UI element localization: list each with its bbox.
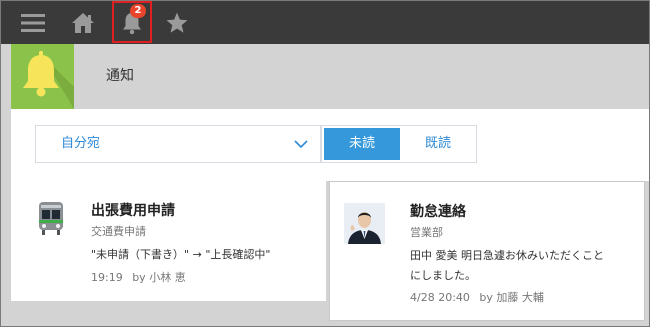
notification-message: "未申請（下書き）" → "上長確認中" bbox=[91, 248, 271, 261]
read-status-toggle: 未読 既読 bbox=[321, 125, 477, 163]
notification-category: 営業部 bbox=[410, 226, 443, 239]
recipient-filter-dropdown[interactable]: 自分宛 bbox=[35, 125, 321, 163]
hamburger-icon[interactable] bbox=[13, 1, 53, 44]
notification-title: 出張費用申請 bbox=[91, 203, 175, 219]
notification-time: 4/28 20:40 bbox=[410, 291, 470, 304]
tab-read[interactable]: 既読 bbox=[400, 128, 476, 160]
notification-title: 勤怠連絡 bbox=[410, 204, 466, 220]
notification-author[interactable]: by 加藤 大輔 bbox=[479, 291, 544, 304]
notification-time: 19:19 bbox=[91, 271, 123, 284]
train-icon bbox=[39, 202, 63, 235]
tab-unread[interactable]: 未読 bbox=[324, 128, 400, 160]
notification-author[interactable]: by 小林 恵 bbox=[132, 271, 186, 284]
recipient-filter-value: 自分宛 bbox=[61, 136, 101, 151]
notification-list: 出張費用申請 交通費申請 "未申請（下書き）" → "上長確認中" 19:19 … bbox=[11, 181, 649, 326]
notification-message: 田中 愛美 明日急遽お休みいただくこと にしました。 bbox=[410, 246, 604, 286]
notification-category: 交通費申請 bbox=[91, 225, 146, 238]
left-strip bbox=[1, 44, 11, 326]
star-icon[interactable] bbox=[157, 1, 197, 44]
avatar bbox=[344, 203, 385, 244]
notification-card[interactable]: 勤怠連絡 営業部 田中 愛美 明日急遽お休みいただくこと にしました。 4/28… bbox=[329, 181, 645, 321]
notifications-bell-button[interactable]: 2 bbox=[112, 1, 152, 43]
notification-card[interactable]: 出張費用申請 交通費申請 "未申請（下書き）" → "上長確認中" 19:19 … bbox=[11, 181, 326, 301]
bell-icon bbox=[23, 51, 74, 109]
filter-row: 自分宛 未読 既読 bbox=[11, 109, 649, 181]
notifications-header: 通知 bbox=[11, 44, 649, 109]
notification-message-line: 田中 愛美 明日急遽お休みいただくこと bbox=[410, 249, 604, 262]
notifications-bell-tile bbox=[11, 44, 74, 109]
app-frame: 2 通知 自分宛 未読 既読 出張費用申請 交通費申請 "未申請（下書き）" →… bbox=[0, 0, 650, 327]
top-bar: 2 bbox=[1, 1, 649, 44]
notification-count-badge: 2 bbox=[130, 4, 146, 18]
page-title: 通知 bbox=[106, 68, 134, 84]
chevron-down-icon bbox=[294, 140, 308, 149]
home-icon[interactable] bbox=[63, 1, 103, 44]
notification-message-line: にしました。 bbox=[410, 269, 476, 282]
notification-meta: 19:19 by 小林 恵 bbox=[91, 269, 186, 285]
notification-meta: 4/28 20:40 by 加藤 大輔 bbox=[410, 289, 544, 305]
